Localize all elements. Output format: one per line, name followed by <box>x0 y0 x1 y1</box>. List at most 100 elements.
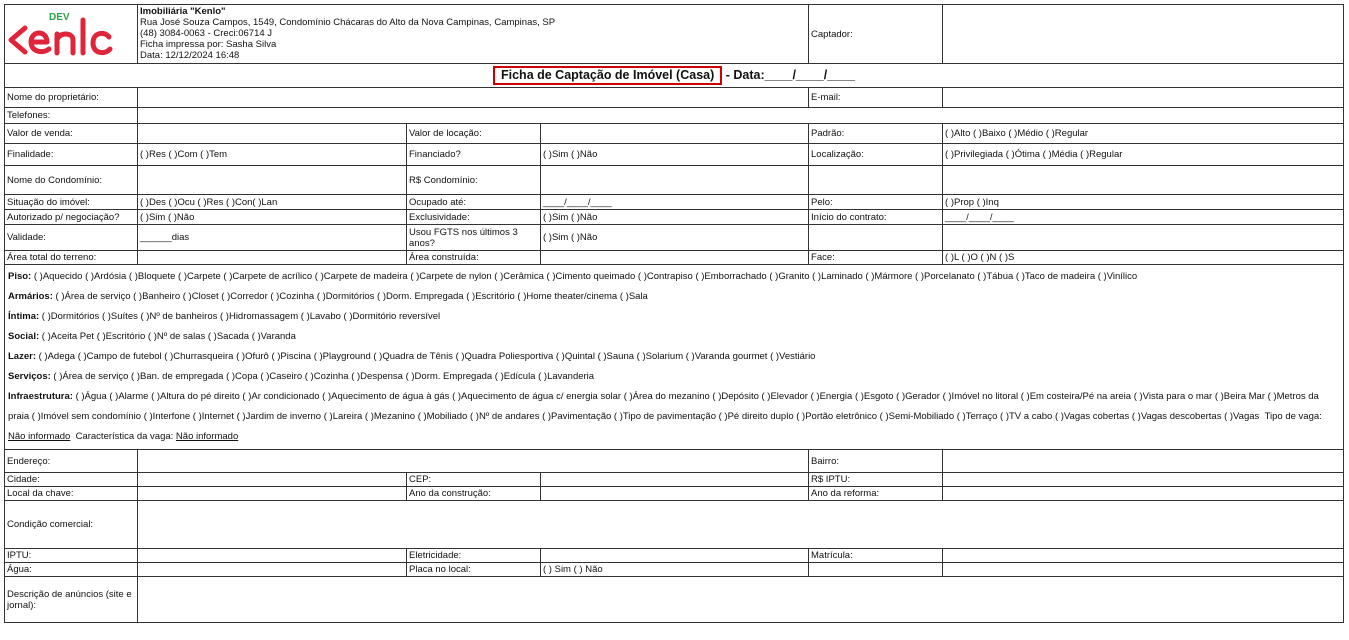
ad-description-field[interactable] <box>136 576 1345 623</box>
capture-form: DEV Imobiliária "Kenlo" Rua José Souza C… <box>3 4 1345 623</box>
condo-row: Nome do Condomínio: R$ Condomínio: <box>4 165 1345 195</box>
servicos-options[interactable]: ( )Área de serviço ( )Ban. de empregada … <box>53 371 594 382</box>
renovation-year-field[interactable] <box>942 486 1345 501</box>
tipo-vaga-label: Tipo de vaga: <box>1264 411 1322 422</box>
rent-value-field[interactable] <box>539 123 810 144</box>
commercial-condition-label: Condição comercial: <box>4 500 138 549</box>
servicos-label: Serviços: <box>8 371 51 382</box>
fgts-label: Usou FGTS nos últimos 3 anos? <box>406 224 541 251</box>
fgts-options[interactable]: ( )Sim ( )Não <box>539 224 810 251</box>
captador-field[interactable] <box>942 4 1345 64</box>
water-row: Água: Placa no local: ( ) Sim ( ) Não <box>4 562 1345 577</box>
sale-value-label: Valor de venda: <box>4 123 138 144</box>
iptu-field[interactable] <box>137 548 407 563</box>
key-location-label: Local da chave: <box>4 486 138 501</box>
cep-field[interactable] <box>539 472 810 487</box>
form-table: DEV Imobiliária "Kenlo" Rua José Souza C… <box>3 4 1345 623</box>
condo-fee-label: R$ Condomínio: <box>406 165 541 195</box>
piso-label: Piso: <box>8 271 32 282</box>
armarios-options[interactable]: ( )Área de serviço ( )Banheiro ( )Closet… <box>56 291 648 302</box>
company-phone-creci: (48) 3084-0063 - Creci:06714 J <box>140 28 273 39</box>
authorized-row: Autorizado p/ negociação? ( )Sim ( )Não … <box>4 209 1345 225</box>
construction-year-field[interactable] <box>539 486 810 501</box>
construction-year-label: Ano da construção: <box>406 486 541 501</box>
financed-options[interactable]: ( )Sim ( )Não <box>539 143 810 166</box>
by-options[interactable]: ( )Prop ( )Inq <box>942 194 1345 210</box>
occupied-until-field[interactable]: ____/____/____ <box>539 194 810 210</box>
intima-options[interactable]: ( )Dormitórios ( )Suítes ( )Nº de banhei… <box>42 311 440 322</box>
condo-empty-2 <box>942 165 1345 195</box>
sign-on-site-options[interactable]: ( ) Sim ( ) Não <box>539 562 810 577</box>
built-area-field[interactable] <box>539 250 810 265</box>
print-date: Data: 12/12/2024 16:48 <box>140 50 240 61</box>
form-title-cell: Ficha de Captação de Imóvel (Casa) - Dat… <box>3 63 1345 88</box>
tipo-vaga-value[interactable]: Não informado <box>8 431 70 442</box>
condo-name-label: Nome do Condomínio: <box>4 165 138 195</box>
kenlo-logo-icon <box>8 17 113 56</box>
phones-field[interactable] <box>136 107 1345 124</box>
infra-list: Infraestrutura: ( )Água ( )Alarme ( )Alt… <box>8 387 1340 447</box>
ad-description-row: Descrição de anúncios (site e jornal): <box>4 576 1345 623</box>
owner-field[interactable] <box>136 87 810 108</box>
validity-row: Validade: ______dias Usou FGTS nos últim… <box>4 224 1345 251</box>
authorized-options[interactable]: ( )Sim ( )Não <box>137 209 407 225</box>
caract-vaga-value[interactable]: Não informado <box>176 431 238 442</box>
sale-value-field[interactable] <box>137 123 407 144</box>
contract-start-field[interactable]: ____/____/____ <box>942 209 1345 225</box>
intima-label: Íntima: <box>8 311 40 322</box>
address-field[interactable] <box>136 449 810 473</box>
validity-field[interactable]: ______dias <box>137 224 407 251</box>
phones-row: Telefones: <box>4 107 1345 124</box>
purpose-options[interactable]: ( )Res ( )Com ( )Tem <box>137 143 407 166</box>
location-options[interactable]: ( )Privilegiada ( )Ótima ( )Média ( )Reg… <box>942 143 1345 166</box>
face-options[interactable]: ( )L ( )O ( )N ( )S <box>942 250 1345 265</box>
condo-empty-1 <box>808 165 944 195</box>
ad-description-label: Descrição de anúncios (site e jornal): <box>4 576 138 623</box>
social-options[interactable]: ( )Aceita Pet ( )Escritório ( )Nº de sal… <box>42 331 296 342</box>
address-label: Endereço: <box>4 449 138 473</box>
electricity-field[interactable] <box>539 548 810 563</box>
sign-on-site-label: Placa no local: <box>406 562 541 577</box>
occupied-until-label: Ocupado até: <box>406 194 541 210</box>
city-field[interactable] <box>137 472 407 487</box>
renovation-year-label: Ano da reforma: <box>808 486 944 501</box>
standard-options[interactable]: ( )Alto ( )Baixo ( )Médio ( )Regular <box>942 123 1345 144</box>
caract-vaga-label: Característica da vaga: <box>75 431 174 442</box>
city-row: Cidade: CEP: R$ IPTU: <box>4 472 1345 487</box>
exclusivity-options[interactable]: ( )Sim ( )Não <box>539 209 810 225</box>
form-title-date: - Data:____/____/____ <box>722 68 855 82</box>
contract-start-label: Início do contrato: <box>808 209 944 225</box>
key-location-field[interactable] <box>137 486 407 501</box>
situation-options[interactable]: ( )Des ( )Ocu ( )Res ( )Con( )Lan <box>137 194 407 210</box>
lazer-options[interactable]: ( )Adega ( )Campo de futebol ( )Churrasq… <box>39 351 816 362</box>
by-label: Pelo: <box>808 194 944 210</box>
condo-name-field[interactable] <box>137 165 407 195</box>
armarios-list: Armários: ( )Área de serviço ( )Banheiro… <box>8 287 1340 307</box>
iptu-value-field[interactable] <box>942 472 1345 487</box>
key-row: Local da chave: Ano da construção: Ano d… <box>4 486 1345 501</box>
lazer-label: Lazer: <box>8 351 36 362</box>
commercial-condition-field[interactable] <box>136 500 1345 549</box>
iptu-label: IPTU: <box>4 548 138 563</box>
phones-label: Telefones: <box>4 107 138 124</box>
water-field[interactable] <box>137 562 407 577</box>
situation-label: Situação do imóvel: <box>4 194 138 210</box>
water-empty-2 <box>942 562 1345 577</box>
condo-fee-field[interactable] <box>539 165 810 195</box>
piso-options[interactable]: ( )Aquecido ( )Ardósia ( )Bloquete ( )Ca… <box>34 271 1137 282</box>
lazer-list: Lazer: ( )Adega ( )Campo de futebol ( )C… <box>8 347 1340 367</box>
district-label: Bairro: <box>808 449 944 473</box>
social-label: Social: <box>8 331 40 342</box>
purpose-label: Finalidade: <box>4 143 138 166</box>
standard-label: Padrão: <box>808 123 944 144</box>
rent-value-label: Valor de locação: <box>406 123 541 144</box>
face-label: Face: <box>808 250 944 265</box>
built-area-label: Área construída: <box>406 250 541 265</box>
email-field[interactable] <box>942 87 1345 108</box>
registration-field[interactable] <box>942 548 1345 563</box>
land-area-field[interactable] <box>137 250 407 265</box>
financed-label: Financiado? <box>406 143 541 166</box>
district-field[interactable] <box>942 449 1345 473</box>
infra-options[interactable]: ( )Água ( )Alarme ( )Altura do pé direit… <box>8 391 1319 422</box>
land-area-label: Área total do terreno: <box>4 250 138 265</box>
